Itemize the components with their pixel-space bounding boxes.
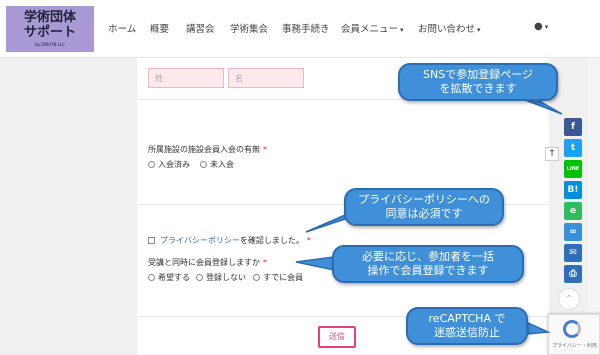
membership-label: 所属施設の施設会員入会の有無 * xyxy=(148,144,267,155)
required-mark: * xyxy=(263,258,267,267)
radio-label: 希望する xyxy=(158,273,190,282)
callout-privacy-line-2: 同意は必須です xyxy=(385,207,463,220)
arrow-up-icon[interactable]: ↑ xyxy=(545,147,559,161)
radio-circle xyxy=(200,161,207,168)
radio-register-already[interactable]: すでに会員 xyxy=(253,272,303,283)
radio-register-yes[interactable]: 希望する xyxy=(148,272,190,283)
chevron-down-icon: ▾ xyxy=(400,26,404,34)
register-label-text: 受講と同時に会員登録しますか xyxy=(148,258,260,267)
last-name-field[interactable]: 姓 xyxy=(148,68,224,88)
submit-button[interactable]: 送信 xyxy=(318,326,356,348)
required-mark: * xyxy=(263,145,267,154)
nav-item-contact[interactable]: お問い合わせ ▾ xyxy=(418,21,481,35)
radio-circle xyxy=(196,274,203,281)
callout-register: 必要に応じ、参加者を一括 操作で会員登録できます xyxy=(332,245,524,283)
share-line-icon[interactable]: LINE xyxy=(564,160,582,178)
callout-sns: SNSで参加登録ページ を拡散できます xyxy=(398,63,558,101)
scroll-to-top-button[interactable]: ⌃ xyxy=(558,288,580,310)
radio-circle xyxy=(253,274,260,281)
nav-item-contact-label: お問い合わせ xyxy=(418,24,476,35)
top-navbar: 学術団体 サポート by DWUYN LLC ホーム 概要 講習会 学術集会 事… xyxy=(0,0,600,58)
callout-sns-line-2: を拡散できます xyxy=(439,82,517,95)
privacy-suffix: を確認しました。 xyxy=(239,236,304,245)
radio-label: 登録しない xyxy=(206,273,246,282)
share-mail-icon[interactable]: ✉ xyxy=(564,244,582,262)
callout-recaptcha-line-2: 迷惑送信防止 xyxy=(434,326,500,339)
nav-item-courses[interactable]: 講習会 xyxy=(186,21,215,35)
first-name-field[interactable]: 名 xyxy=(228,68,304,88)
required-mark: * xyxy=(306,236,311,245)
checkbox-box xyxy=(148,237,155,244)
share-evernote-icon[interactable]: e xyxy=(564,202,582,220)
callout-recaptcha-line-1: reCAPTCHA で xyxy=(428,312,506,325)
callout-register-line-1: 必要に応じ、参加者を一括 xyxy=(362,250,494,263)
privacy-policy-link[interactable]: プライバシーポリシー xyxy=(160,236,240,245)
membership-label-text: 所属施設の施設会員入会の有無 xyxy=(148,145,260,154)
nav-item-procedures[interactable]: 事務手続き xyxy=(282,21,330,35)
share-link-icon[interactable]: ∞ xyxy=(564,223,582,241)
logo-line-3: by DWUYN LLC xyxy=(34,42,66,47)
callout-recaptcha: reCAPTCHA で 迷惑送信防止 xyxy=(406,307,528,345)
user-menu[interactable]: ● ▾ xyxy=(534,21,548,32)
share-print-icon[interactable]: ⎙ xyxy=(564,265,582,283)
nav-item-member-menu-label: 会員メニュー xyxy=(341,24,399,35)
register-label: 受講と同時に会員登録しますか * xyxy=(148,257,267,268)
recaptcha-icon xyxy=(563,320,581,338)
radio-register-no[interactable]: 登録しない xyxy=(196,272,246,283)
nav-item-member-menu[interactable]: 会員メニュー ▾ xyxy=(341,21,404,35)
logo-line-2: サポート xyxy=(23,25,76,40)
share-hatena-icon[interactable]: B! xyxy=(564,181,582,199)
callout-sns-line-1: SNSで参加登録ページ xyxy=(423,68,533,81)
callout-privacy-line-1: プライバシーポリシーへの xyxy=(358,193,490,206)
share-twitter-icon[interactable]: t xyxy=(564,139,582,157)
privacy-checkbox[interactable]: プライバシーポリシーを確認しました。 * xyxy=(148,235,311,246)
recaptcha-text: プライバシー・利用 xyxy=(552,343,597,349)
radio-circle xyxy=(148,161,155,168)
radio-circle xyxy=(148,274,155,281)
radio-label: 未入会 xyxy=(210,160,234,169)
site-logo[interactable]: 学術団体 サポート by DWUYN LLC xyxy=(6,6,94,52)
radio-membership-not-joined[interactable]: 未入会 xyxy=(200,159,234,170)
nav-item-meetings[interactable]: 学術集会 xyxy=(230,21,268,35)
logo-line-1: 学術団体 xyxy=(23,10,76,25)
chevron-down-icon: ▾ xyxy=(477,26,481,34)
callout-register-line-2: 操作で会員登録できます xyxy=(367,264,489,277)
share-facebook-icon[interactable]: f xyxy=(564,118,582,136)
callout-privacy: プライバシーポリシーへの 同意は必須です xyxy=(344,188,504,226)
recaptcha-badge: プライバシー・利用 xyxy=(548,314,600,355)
radio-label: すでに会員 xyxy=(263,273,304,282)
scrollbar[interactable] xyxy=(588,58,600,355)
chevron-down-icon: ▾ xyxy=(544,23,549,31)
radio-label: 入会済み xyxy=(158,160,190,169)
nav-item-home[interactable]: ホーム xyxy=(108,21,136,35)
radio-membership-joined[interactable]: 入会済み xyxy=(148,159,190,170)
user-icon: ● xyxy=(534,21,543,32)
nav-item-overview[interactable]: 概要 xyxy=(150,21,169,35)
